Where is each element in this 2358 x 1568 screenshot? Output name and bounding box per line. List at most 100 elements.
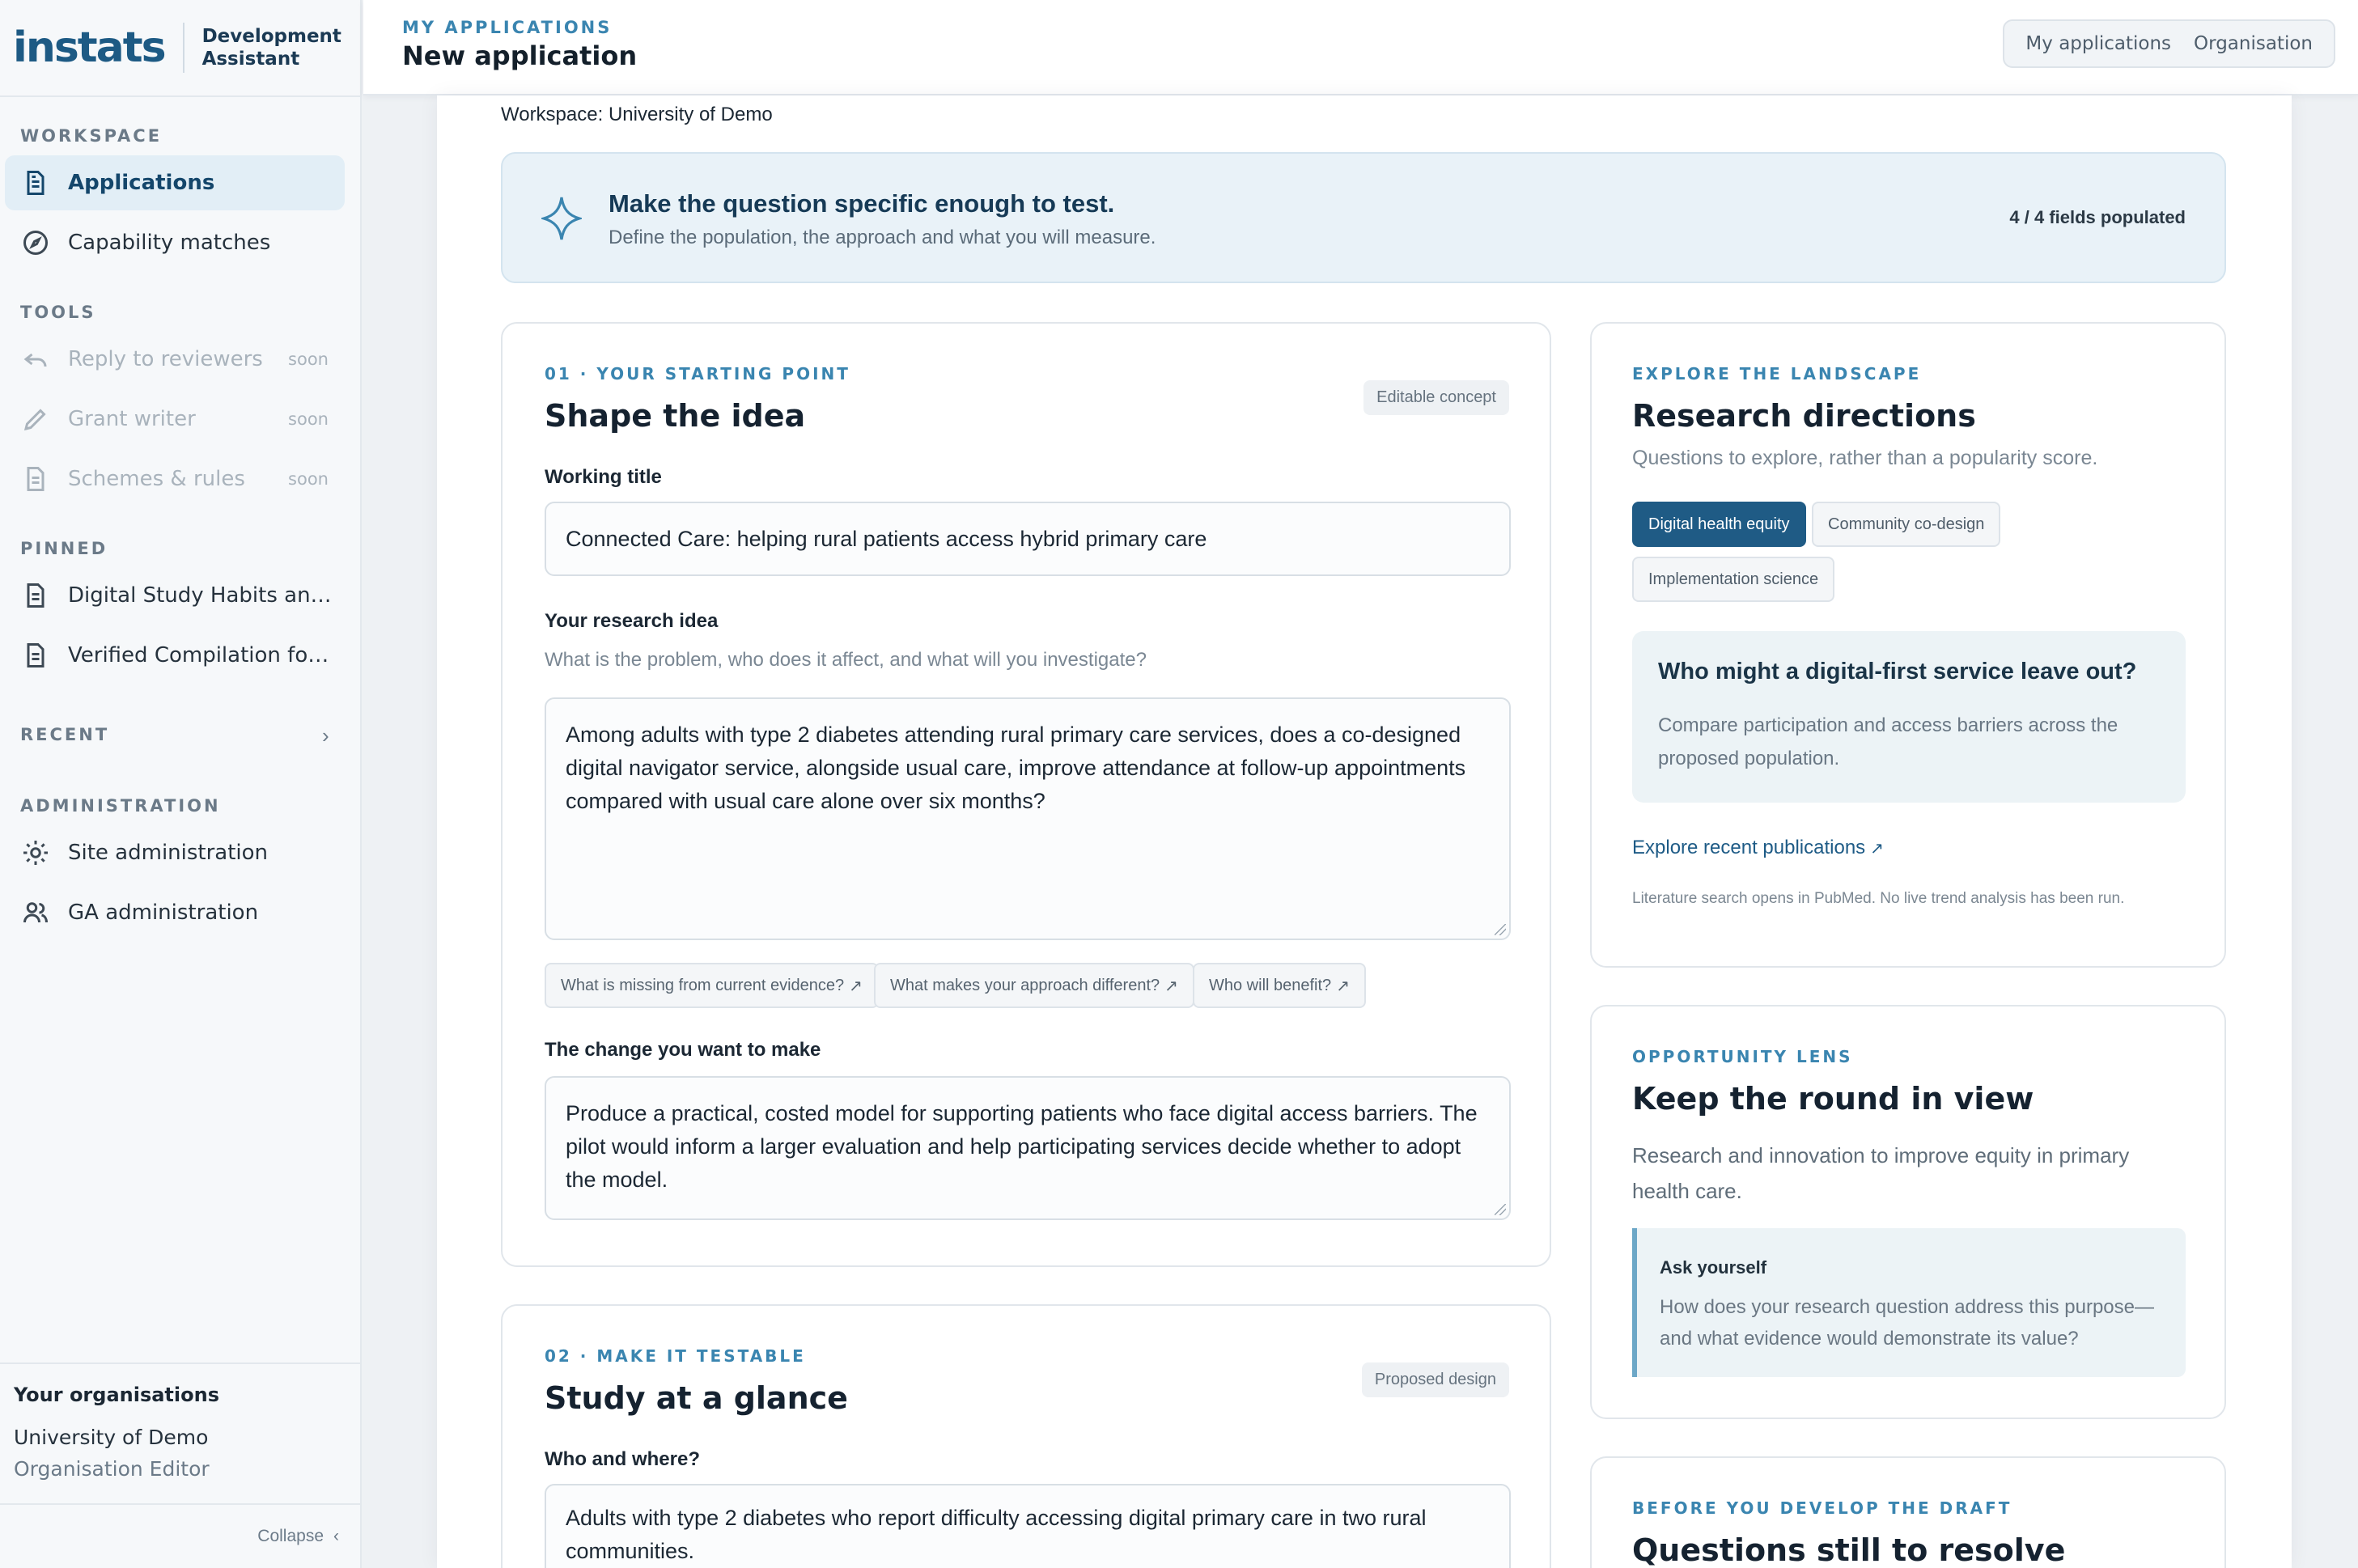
link-label: Explore recent publications	[1632, 837, 1866, 858]
collapse-label: Collapse	[257, 1527, 324, 1545]
section-label-workspace: WORKSPACE	[20, 126, 163, 146]
sidebar-item-label: Site administration	[68, 841, 269, 865]
sidebar-item-capability-matches[interactable]: Capability matches	[5, 215, 345, 270]
sidebar-item-grant-writer[interactable]: Grant writer soon	[5, 392, 345, 447]
document-icon	[27, 171, 45, 195]
chip-implementation-science[interactable]: Implementation science	[1632, 557, 1835, 602]
research-directions-card: EXPLORE THE LANDSCAPE Research direction…	[1590, 322, 2226, 968]
external-link-icon: ↗	[1870, 840, 1884, 858]
questions-resolve-card: BEFORE YOU DEVELOP THE DRAFT Questions s…	[1590, 1456, 2226, 1568]
ask-yourself-quote: Ask yourself How does your research ques…	[1632, 1228, 2186, 1377]
resize-handle[interactable]	[1495, 924, 1506, 935]
card-title: Keep the round in view	[1632, 1081, 2034, 1117]
breadcrumb[interactable]: MY APPLICATIONS	[402, 18, 612, 37]
fields-populated-count: 4 / 4 fields populated	[2009, 207, 2186, 227]
section-label-recent[interactable]: RECENT	[20, 725, 109, 744]
guidance-banner: Make the question specific enough to tes…	[501, 152, 2226, 283]
organisations-panel: Your organisations University of Demo Or…	[0, 1362, 362, 1503]
change-label: The change you want to make	[545, 1039, 821, 1061]
page-title: New application	[402, 40, 638, 71]
sidebar-item-site-administration[interactable]: Site administration	[5, 825, 345, 880]
card-title: Study at a glance	[545, 1380, 848, 1416]
sidebar-item-pinned[interactable]: Verified Compilation for ...	[5, 628, 345, 683]
lens-body: Research and innovation to improve equit…	[1632, 1143, 2130, 1203]
brand[interactable]: instats Development Assistant	[0, 0, 360, 97]
brand-subtitle: Development Assistant	[184, 25, 341, 70]
quote-title: Ask yourself	[1660, 1257, 1767, 1278]
quote-body: How does your research question address …	[1660, 1296, 2154, 1350]
section-label-pinned: PINNED	[20, 539, 108, 558]
sidebar-item-label: Digital Study Habits and...	[68, 583, 335, 608]
sidebar-item-label: Schemes & rules	[68, 467, 245, 491]
card-eyebrow: EXPLORE THE LANDSCAPE	[1632, 364, 1922, 384]
prompt-missing-evidence[interactable]: What is missing from current evidence? ↗	[545, 963, 879, 1008]
brand-logo: instats	[13, 23, 184, 73]
document-icon	[27, 643, 45, 667]
section-label-administration: ADMINISTRATION	[20, 796, 221, 816]
opportunity-lens-card: OPPORTUNITY LENS Keep the round in view …	[1590, 1005, 2226, 1419]
card-eyebrow: BEFORE YOU DEVELOP THE DRAFT	[1632, 1498, 2012, 1518]
organisation-role: Organisation Editor	[14, 1457, 210, 1481]
card-subtitle: Questions to explore, rather than a popu…	[1632, 447, 2098, 469]
external-link-icon: ↗	[1336, 977, 1350, 995]
prompt-approach-different[interactable]: What makes your approach different? ↗	[874, 963, 1194, 1008]
banner-title: Make the question specific enough to tes…	[609, 189, 1115, 218]
sidebar-item-ga-administration[interactable]: GA administration	[5, 885, 345, 940]
sidebar-item-applications[interactable]: Applications	[5, 155, 345, 210]
explore-publications-link[interactable]: Explore recent publications ↗	[1632, 837, 1884, 859]
sidebar-item-label: Grant writer	[68, 407, 196, 431]
gear-icon	[23, 841, 48, 865]
research-idea-text: Among adults with type 2 diabetes attend…	[566, 723, 1466, 813]
research-question-callout: Who might a digital-first service leave …	[1632, 631, 2186, 803]
sidebar-item-label: Reply to reviewers	[68, 347, 263, 371]
soon-badge: soon	[288, 469, 329, 489]
users-icon	[23, 902, 48, 923]
sidebar-item-pinned[interactable]: Digital Study Habits and...	[5, 568, 345, 623]
sidebar: instats Development Assistant WORKSPACE …	[0, 0, 362, 1568]
banner-subtitle: Define the population, the approach and …	[609, 227, 1156, 248]
chip-digital-health-equity[interactable]: Digital health equity	[1632, 502, 1806, 547]
sidebar-item-label: Applications	[68, 171, 215, 195]
soon-badge: soon	[288, 409, 329, 429]
chip-community-co-design[interactable]: Community co-design	[1812, 502, 2001, 547]
literature-note: Literature search opens in PubMed. No li…	[1632, 890, 2125, 907]
callout-body: Compare participation and access barrier…	[1658, 714, 2118, 769]
prompt-label: Who will benefit?	[1209, 976, 1332, 994]
soon-badge: soon	[288, 350, 329, 369]
research-idea-label: Your research idea	[545, 610, 719, 632]
change-text: Produce a practical, costed model for su…	[566, 1101, 1478, 1192]
card-title: Shape the idea	[545, 398, 806, 434]
shape-idea-card: 01 · YOUR STARTING POINT Shape the idea …	[501, 322, 1551, 1267]
working-title-input[interactable]: Connected Care: helping rural patients a…	[545, 502, 1511, 576]
research-idea-help: What is the problem, who does it affect,…	[545, 649, 1147, 671]
tab-organisation[interactable]: Organisation	[2182, 33, 2324, 54]
top-tabs: My applications Organisation	[2003, 19, 2335, 68]
workspace-line: Workspace: University of Demo	[501, 104, 773, 125]
sidebar-item-reply-to-reviewers[interactable]: Reply to reviewers soon	[5, 332, 345, 387]
collapse-button[interactable]: Collapse ‹	[0, 1503, 362, 1568]
callout-title: Who might a digital-first service leave …	[1658, 659, 2137, 684]
sparkle-icon	[541, 197, 582, 240]
sidebar-item-schemes-rules[interactable]: Schemes & rules soon	[5, 451, 345, 506]
research-idea-textarea[interactable]: Among adults with type 2 diabetes attend…	[545, 697, 1511, 940]
editable-concept-tag: Editable concept	[1363, 380, 1509, 415]
prompt-label: What makes your approach different?	[890, 976, 1160, 994]
external-link-icon: ↗	[1164, 977, 1178, 995]
sidebar-item-label: Verified Compilation for ...	[68, 643, 335, 667]
card-eyebrow: 02 · MAKE IT TESTABLE	[545, 1346, 806, 1366]
sidebar-item-label: Capability matches	[68, 231, 271, 255]
external-link-icon: ↗	[849, 977, 863, 995]
document-icon	[27, 467, 45, 491]
brand-subtitle-line2: Assistant	[201, 49, 300, 70]
sidebar-item-label: GA administration	[68, 901, 259, 925]
change-textarea[interactable]: Produce a practical, costed model for su…	[545, 1076, 1511, 1220]
tab-my-applications[interactable]: My applications	[2014, 33, 2182, 54]
card-title: Research directions	[1632, 398, 1976, 434]
prompt-who-benefit[interactable]: Who will benefit? ↗	[1193, 963, 1366, 1008]
who-where-label: Who and where?	[545, 1448, 700, 1470]
organisation-name[interactable]: University of Demo	[14, 1426, 362, 1449]
resize-handle[interactable]	[1495, 1204, 1506, 1215]
who-where-input[interactable]: Adults with type 2 diabetes who report d…	[545, 1484, 1511, 1568]
chevron-right-icon[interactable]: ›	[322, 723, 329, 748]
pencil-icon	[23, 409, 46, 431]
